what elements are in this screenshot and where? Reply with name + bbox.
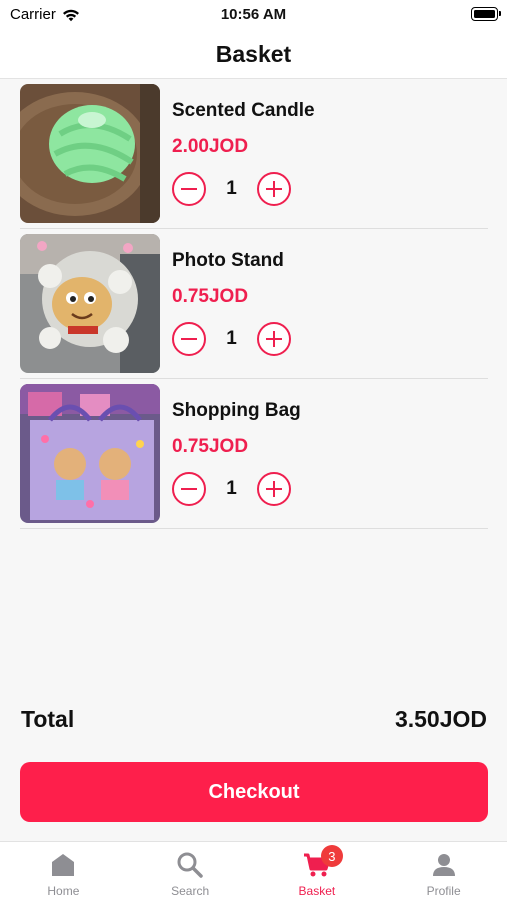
product-image-photo-stand[interactable] [20, 234, 160, 373]
decrease-quantity-button[interactable] [172, 322, 206, 356]
tab-profile[interactable]: Profile [380, 842, 507, 900]
tab-bar: Home Search 3 Basket Profile [0, 841, 507, 900]
increase-quantity-button[interactable] [257, 472, 291, 506]
quantity-value: 1 [226, 178, 237, 199]
increase-quantity-button[interactable] [257, 172, 291, 206]
decrease-quantity-button[interactable] [172, 172, 206, 206]
cart-icon: 3 [303, 845, 343, 879]
basket-item-scented-candle[interactable]: Scented Candle 2.00JOD 1 [20, 79, 488, 229]
basket-item-shopping-bag[interactable]: Shopping Bag 0.75JOD 1 [20, 379, 488, 529]
increase-quantity-button[interactable] [257, 322, 291, 356]
status-time: 10:56 AM [220, 6, 287, 23]
total-label: Total [21, 706, 75, 732]
tab-search-label: Search [171, 884, 210, 898]
person-icon [430, 851, 458, 879]
product-price: 2.00JOD [172, 136, 249, 157]
decrease-quantity-button[interactable] [172, 472, 206, 506]
basket-item-photo-stand[interactable]: Photo Stand 0.75JOD 1 [20, 229, 488, 379]
product-price: 0.75JOD [172, 286, 249, 307]
tab-basket[interactable]: 3 Basket [254, 842, 381, 900]
tab-profile-label: Profile [426, 884, 461, 898]
product-name: Scented Candle [172, 100, 315, 121]
status-bar: Carrier 10:56 AM [0, 0, 507, 30]
product-price: 0.75JOD [172, 436, 249, 457]
basket-list: Scented Candle 2.00JOD 1 Photo Stand 0.7… [20, 79, 488, 529]
page-title: Basket [215, 40, 292, 67]
quantity-stepper: 1 [172, 322, 291, 356]
product-image-shopping-bag[interactable] [20, 384, 160, 523]
tab-home[interactable]: Home [0, 842, 127, 900]
battery-icon [471, 7, 501, 21]
quantity-stepper: 1 [172, 472, 291, 506]
total-value: 3.50JOD [394, 706, 487, 732]
search-icon [176, 851, 204, 879]
quantity-value: 1 [226, 478, 237, 499]
cart-count-badge: 3 [320, 845, 343, 867]
tab-home-label: Home [47, 884, 80, 898]
tab-search[interactable]: Search [127, 842, 254, 900]
home-icon [49, 851, 77, 879]
product-name: Shopping Bag [172, 400, 301, 421]
quantity-value: 1 [226, 328, 237, 349]
checkout-button[interactable]: Checkout [20, 762, 488, 822]
quantity-stepper: 1 [172, 172, 291, 206]
product-name: Photo Stand [172, 250, 284, 271]
tab-basket-label: Basket [298, 884, 336, 898]
product-image-candle[interactable] [20, 84, 160, 223]
nav-header: Basket [0, 30, 507, 79]
